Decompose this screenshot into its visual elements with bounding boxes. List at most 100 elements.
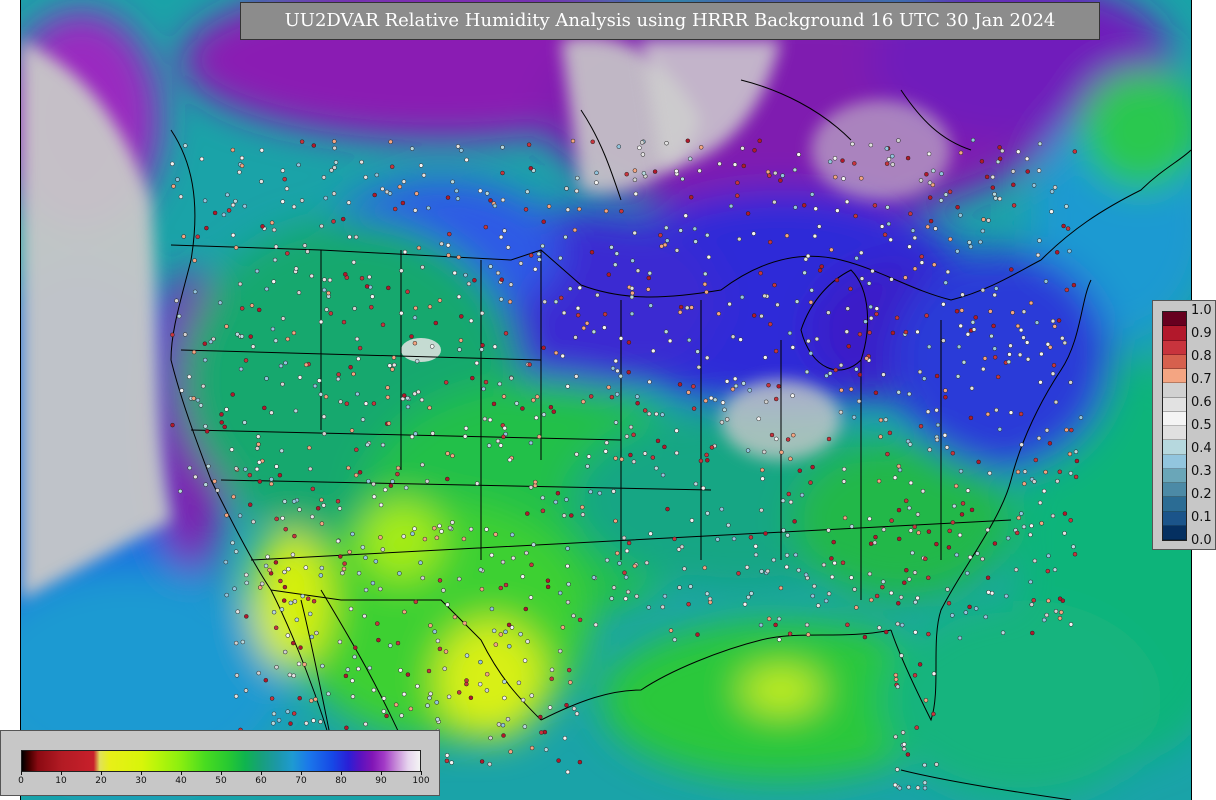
station-dot <box>195 397 201 403</box>
station-dot <box>553 299 559 305</box>
station-dot <box>1021 524 1027 530</box>
station-dot <box>381 709 387 714</box>
station-dot <box>794 299 800 304</box>
station-dot <box>873 390 879 396</box>
station-dot <box>528 440 534 446</box>
station-dot <box>393 702 399 707</box>
station-dot <box>826 591 832 596</box>
station-dot <box>686 337 692 343</box>
station-dot <box>662 593 668 599</box>
station-dot <box>682 566 687 571</box>
station-dot <box>444 758 450 764</box>
station-dot <box>256 442 261 447</box>
station-dot <box>479 586 485 592</box>
station-legend-swatch <box>1163 397 1186 412</box>
station-dot <box>401 393 407 398</box>
station-dot <box>479 310 485 316</box>
station-dot <box>288 721 293 726</box>
station-dot <box>351 371 356 377</box>
station-dot <box>915 595 920 601</box>
station-dot <box>997 145 1002 150</box>
station-dot <box>890 153 895 159</box>
station-dot <box>925 409 931 414</box>
station-dot <box>810 593 815 599</box>
station-dot <box>868 541 874 546</box>
station-dot <box>896 601 901 606</box>
station-dot <box>950 450 956 456</box>
station-dot <box>174 298 179 303</box>
station-dot <box>574 374 579 379</box>
station-dot <box>248 334 253 339</box>
station-dot <box>834 277 840 283</box>
station-dot <box>941 338 946 343</box>
station-dot <box>526 142 532 147</box>
station-legend-swatch <box>1163 511 1186 526</box>
station-dot <box>577 617 583 623</box>
station-dot <box>509 375 514 381</box>
station-dot <box>565 384 570 389</box>
station-dot <box>878 417 884 423</box>
station-dot <box>397 184 403 190</box>
station-dot <box>881 372 886 377</box>
station-dot <box>333 160 339 165</box>
station-dot <box>503 629 508 635</box>
station-dot <box>1057 469 1063 475</box>
station-dot <box>510 532 515 538</box>
rh-analysis-viewer: UU2DVAR Relative Humidity Analysis using… <box>0 0 1216 800</box>
station-dot <box>501 434 506 440</box>
station-dot <box>957 532 963 538</box>
station-dot <box>992 355 998 360</box>
station-dot <box>844 329 850 334</box>
station-dot <box>869 597 874 603</box>
station-dot <box>747 388 752 393</box>
station-dot <box>616 144 622 149</box>
station-dot <box>796 152 801 157</box>
station-dot <box>192 289 198 295</box>
station-dot <box>488 735 493 741</box>
station-dot <box>212 479 217 484</box>
station-dot <box>907 505 912 511</box>
rh-map-frame[interactable] <box>20 0 1192 800</box>
station-dot <box>1073 449 1079 454</box>
station-dot <box>735 180 740 185</box>
station-dot <box>1036 168 1042 173</box>
rh-map-canvas[interactable] <box>21 0 1191 800</box>
station-dot <box>381 696 387 701</box>
station-dot <box>198 403 204 408</box>
station-dot <box>340 216 346 222</box>
station-dot <box>969 507 975 513</box>
station-dot <box>239 334 245 339</box>
station-dot <box>943 388 948 393</box>
station-dot <box>413 599 419 605</box>
station-dot <box>269 410 274 415</box>
station-dot <box>441 588 446 593</box>
station-dot <box>424 479 430 484</box>
station-dot <box>613 456 618 461</box>
station-dot <box>303 565 309 570</box>
station-dot <box>565 546 570 551</box>
station-dot <box>549 676 554 682</box>
station-dot <box>1015 469 1021 475</box>
station-dot <box>885 451 890 457</box>
station-dot <box>1016 149 1021 154</box>
station-dot <box>803 572 809 578</box>
station-dot <box>707 596 713 602</box>
station-dot <box>547 705 553 710</box>
station-dot <box>233 549 239 554</box>
station-dot <box>577 759 583 765</box>
station-dot <box>311 718 316 723</box>
station-dot <box>1051 363 1057 368</box>
station-dot <box>437 646 443 652</box>
station-dot <box>395 471 400 477</box>
station-dot <box>693 481 699 487</box>
station-dot <box>533 267 538 272</box>
station-dot <box>877 625 882 630</box>
station-dot <box>1005 535 1011 541</box>
station-dot <box>946 545 952 550</box>
station-dot <box>525 189 530 194</box>
station-dot <box>704 452 709 458</box>
station-dot <box>233 466 239 471</box>
station-dot <box>848 387 854 392</box>
station-dot <box>446 694 452 700</box>
station-dot <box>759 507 764 513</box>
